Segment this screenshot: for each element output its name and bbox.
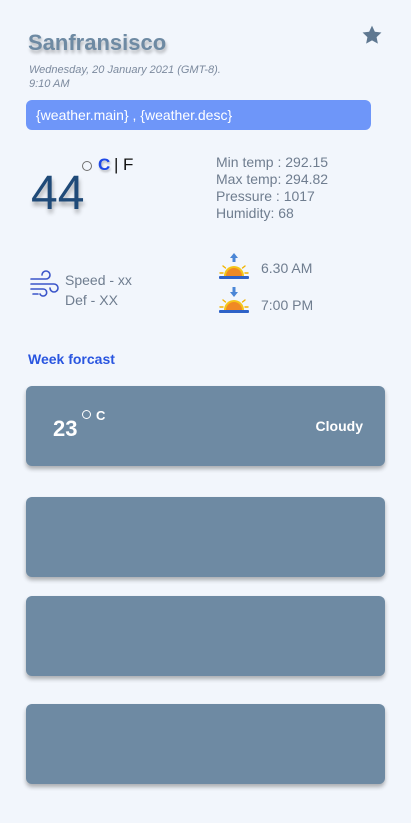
date-line: Wednesday, 20 January 2021 (GMT-8).: [29, 64, 221, 76]
forecast-temperature: 23: [53, 416, 78, 441]
forecast-card[interactable]: [26, 596, 385, 676]
weather-stats: Min temp : 292.15 Max temp: 294.82 Press…: [216, 154, 328, 222]
humidity: Humidity: 68: [216, 205, 294, 221]
forecast-card[interactable]: 23 C Cloudy: [26, 386, 385, 466]
forecast-card[interactable]: [26, 497, 385, 577]
unit-fahrenheit-toggle[interactable]: F: [123, 155, 133, 175]
wind-direction: Def - XX: [65, 292, 118, 308]
degree-icon: [82, 161, 92, 171]
time-line: 9:10 AM: [29, 78, 70, 90]
unit-celsius-toggle[interactable]: C: [98, 155, 110, 175]
unit-separator: |: [114, 155, 119, 174]
pressure: Pressure : 1017: [216, 188, 315, 204]
star-icon[interactable]: [361, 24, 383, 46]
min-temp: Min temp : 292.15: [216, 154, 329, 170]
degree-icon: [82, 410, 91, 419]
forecast-condition: Cloudy: [315, 418, 363, 434]
current-temperature: 44: [31, 167, 85, 220]
forecast-card[interactable]: [26, 704, 385, 784]
wind-speed: Speed - xx: [65, 272, 132, 288]
sunrise-icon: [219, 253, 249, 279]
sunset-time: 7:00 PM: [261, 297, 314, 313]
wind-icon: [30, 270, 59, 297]
sunset-icon: [219, 287, 249, 313]
city-name: Sanfransisco: [28, 30, 167, 55]
date-time: Wednesday, 20 January 2021 (GMT-8). 9:10…: [29, 63, 259, 91]
week-forecast-title: Week forcast: [28, 351, 115, 367]
sunrise-time: 6.30 AM: [261, 260, 313, 276]
max-temp: Max temp: 294.82: [216, 171, 329, 187]
weather-summary-banner: {weather.main} , {weather.desc}: [26, 100, 371, 130]
forecast-unit: C: [96, 408, 106, 423]
